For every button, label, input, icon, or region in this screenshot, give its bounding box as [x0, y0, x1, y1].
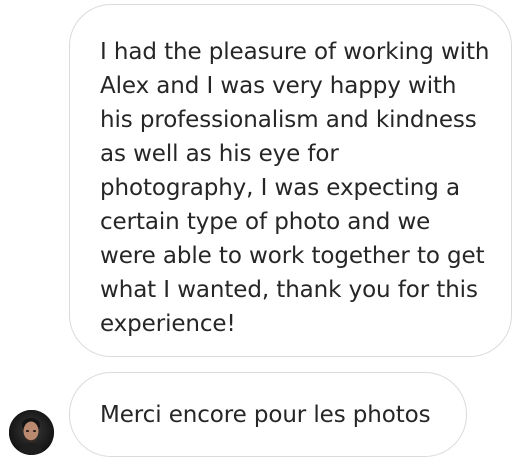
message-text: Merci encore pour les photos	[100, 401, 431, 428]
profile-photo-icon	[9, 410, 54, 455]
avatar[interactable]	[9, 410, 54, 455]
message-text: I had the pleasure of working with Alex …	[100, 39, 490, 337]
message-bubble[interactable]: Merci encore pour les photos	[69, 372, 467, 457]
message-bubble[interactable]: I had the pleasure of working with Alex …	[69, 4, 512, 357]
